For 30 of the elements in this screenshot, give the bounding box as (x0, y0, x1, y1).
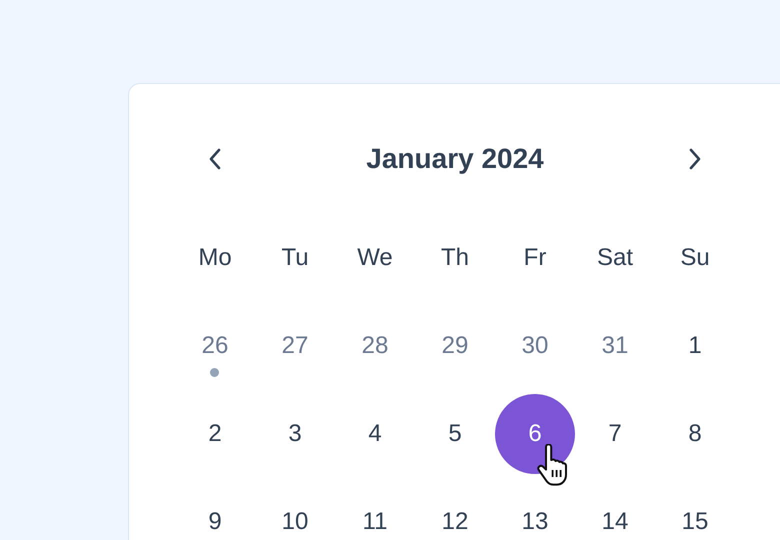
calendar-day[interactable]: 12 (415, 482, 495, 540)
month-title: January 2024 (365, 143, 545, 175)
selected-day[interactable]: 6 (495, 394, 575, 474)
calendar-day[interactable]: 7 (575, 394, 655, 474)
weekday-label: Su (679, 244, 711, 272)
calendar-day[interactable]: 30 (495, 306, 575, 386)
calendar-day[interactable]: 26 (175, 306, 255, 386)
weekday-label: Tu (280, 244, 310, 272)
calendar-day[interactable]: 27 (255, 306, 335, 386)
calendar-day[interactable]: 28 (335, 306, 415, 386)
weekday-label: We (356, 244, 394, 272)
calendar-day[interactable]: 4 (335, 394, 415, 474)
weekday-label: Fr (522, 244, 548, 272)
calendar-day[interactable]: 5 (415, 394, 495, 474)
weekday-label: Sat (596, 244, 634, 272)
calendar-day[interactable]: 31 (575, 306, 655, 386)
calendar-day[interactable]: 13 (495, 482, 575, 540)
calendar-day[interactable]: 29 (415, 306, 495, 386)
calendar-day[interactable]: 15 (655, 482, 735, 540)
calendar-day[interactable]: 2 (175, 394, 255, 474)
calendar-day[interactable]: 1 (655, 306, 735, 386)
weekday-label: Th (440, 244, 470, 272)
calendar-day[interactable]: 9 (175, 482, 255, 540)
calendar-day[interactable]: 14 (575, 482, 655, 540)
weekday-label: Mo (197, 244, 233, 272)
hand-cursor-icon (536, 444, 570, 486)
calendar-day[interactable]: 10 (255, 482, 335, 540)
calendar-day[interactable]: 11 (335, 482, 415, 540)
calendar-day[interactable]: 3 (255, 394, 335, 474)
calendar-day[interactable]: 8 (655, 394, 735, 474)
